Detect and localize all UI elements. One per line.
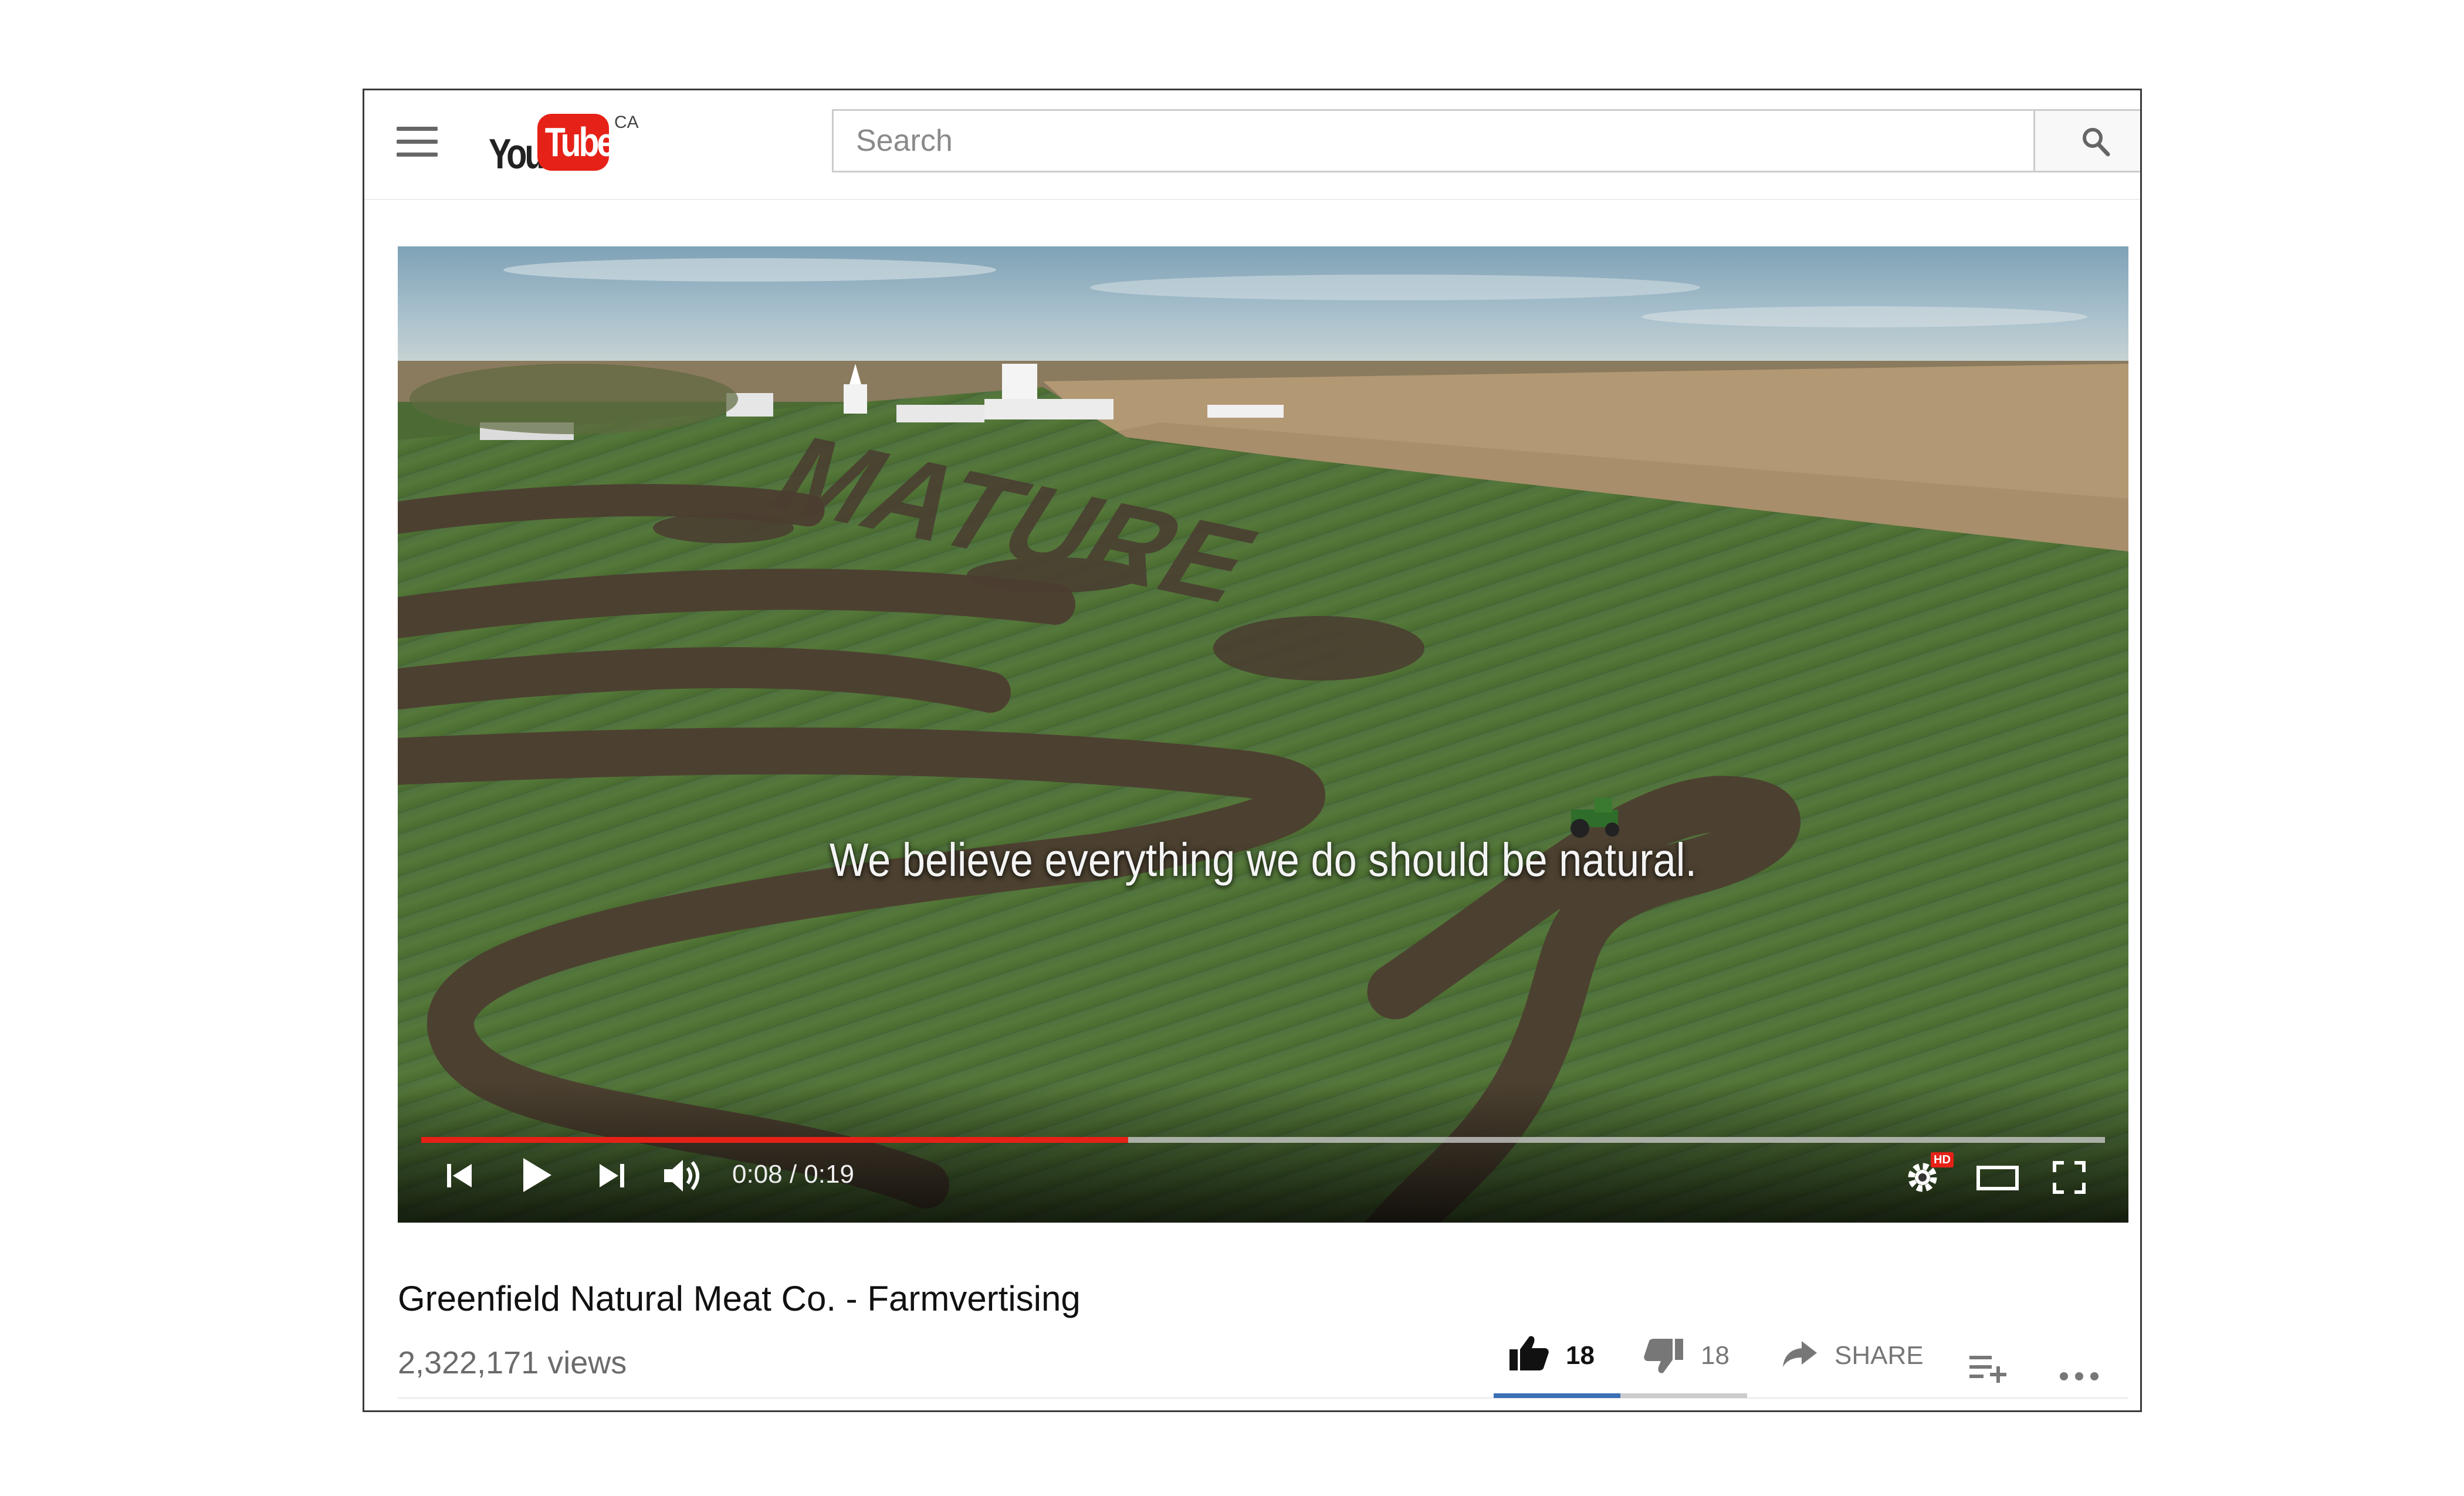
- search-button[interactable]: [2033, 109, 2140, 172]
- share-button[interactable]: SHARE: [1782, 1322, 1928, 1381]
- thumbs-up-icon: [1509, 1336, 1549, 1370]
- masthead: You Tube CA: [364, 90, 2140, 200]
- browser-frame: You Tube CA Search MATURE We believe eve…: [363, 89, 2142, 1412]
- logo-tube-badge: Tube: [537, 114, 609, 171]
- dislike-button[interactable]: 18: [1643, 1322, 1749, 1381]
- next-icon[interactable]: [597, 1162, 627, 1190]
- video-title: Greenfield Natural Meat Co. - Farmvertis…: [398, 1279, 1081, 1318]
- video-caption: We believe everything we do should be na…: [829, 834, 1697, 886]
- search-input[interactable]: [832, 109, 2035, 172]
- sentiment-bar: [1494, 1393, 1747, 1398]
- like-count: 18: [1566, 1341, 1595, 1370]
- share-arrow-icon: [1783, 1341, 1817, 1367]
- divider: [398, 1397, 2128, 1399]
- progress-bar[interactable]: [421, 1137, 2105, 1143]
- hd-badge: HD: [1931, 1152, 1954, 1167]
- dislike-count: 18: [1701, 1341, 1729, 1370]
- video-frame-image: MATURE: [398, 246, 2128, 1223]
- search-icon: [2083, 128, 2110, 157]
- like-button[interactable]: 18: [1508, 1322, 1608, 1381]
- share-label: SHARE: [1835, 1341, 1924, 1370]
- view-count: 2,322,171 views: [398, 1345, 627, 1380]
- add-to-playlist-icon[interactable]: [1968, 1339, 2007, 1397]
- logo-you-text: You: [489, 131, 546, 178]
- theater-mode-icon[interactable]: [1976, 1165, 2019, 1191]
- more-actions-icon[interactable]: [2059, 1347, 2100, 1406]
- play-icon[interactable]: [521, 1157, 553, 1193]
- sentiment-like-fill: [1494, 1393, 1620, 1398]
- controls-gradient: [398, 1082, 2128, 1223]
- time-display: 0:08 / 0:19: [732, 1160, 854, 1189]
- volume-icon[interactable]: [663, 1157, 704, 1194]
- hamburger-menu-icon[interactable]: [397, 127, 438, 162]
- thumbs-down-icon: [1644, 1339, 1683, 1373]
- video-player[interactable]: MATURE We believe everything we do shoul…: [398, 246, 2128, 1223]
- logo-region-code: CA: [614, 113, 639, 132]
- fullscreen-icon[interactable]: [2052, 1160, 2086, 1194]
- youtube-logo[interactable]: You Tube CA: [489, 113, 641, 178]
- previous-icon[interactable]: [445, 1162, 474, 1190]
- progress-fill: [421, 1137, 1129, 1143]
